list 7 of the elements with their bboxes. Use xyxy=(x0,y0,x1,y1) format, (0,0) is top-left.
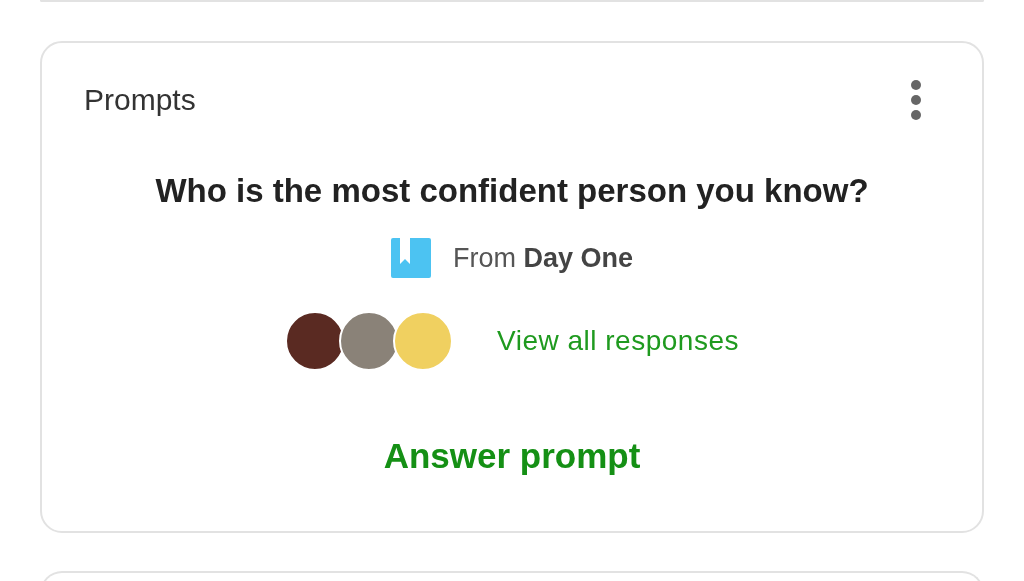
source-label: From Day One xyxy=(452,242,633,274)
card-title: Prompts xyxy=(84,83,196,117)
view-responses-link[interactable]: View all responses xyxy=(497,325,739,357)
more-options-icon[interactable] xyxy=(910,80,922,120)
prompt-question: Who is the most confident person you know? xyxy=(155,171,869,211)
answer-prompt-button[interactable]: Answer prompt xyxy=(383,431,641,481)
bookmark-book-icon xyxy=(390,238,431,278)
